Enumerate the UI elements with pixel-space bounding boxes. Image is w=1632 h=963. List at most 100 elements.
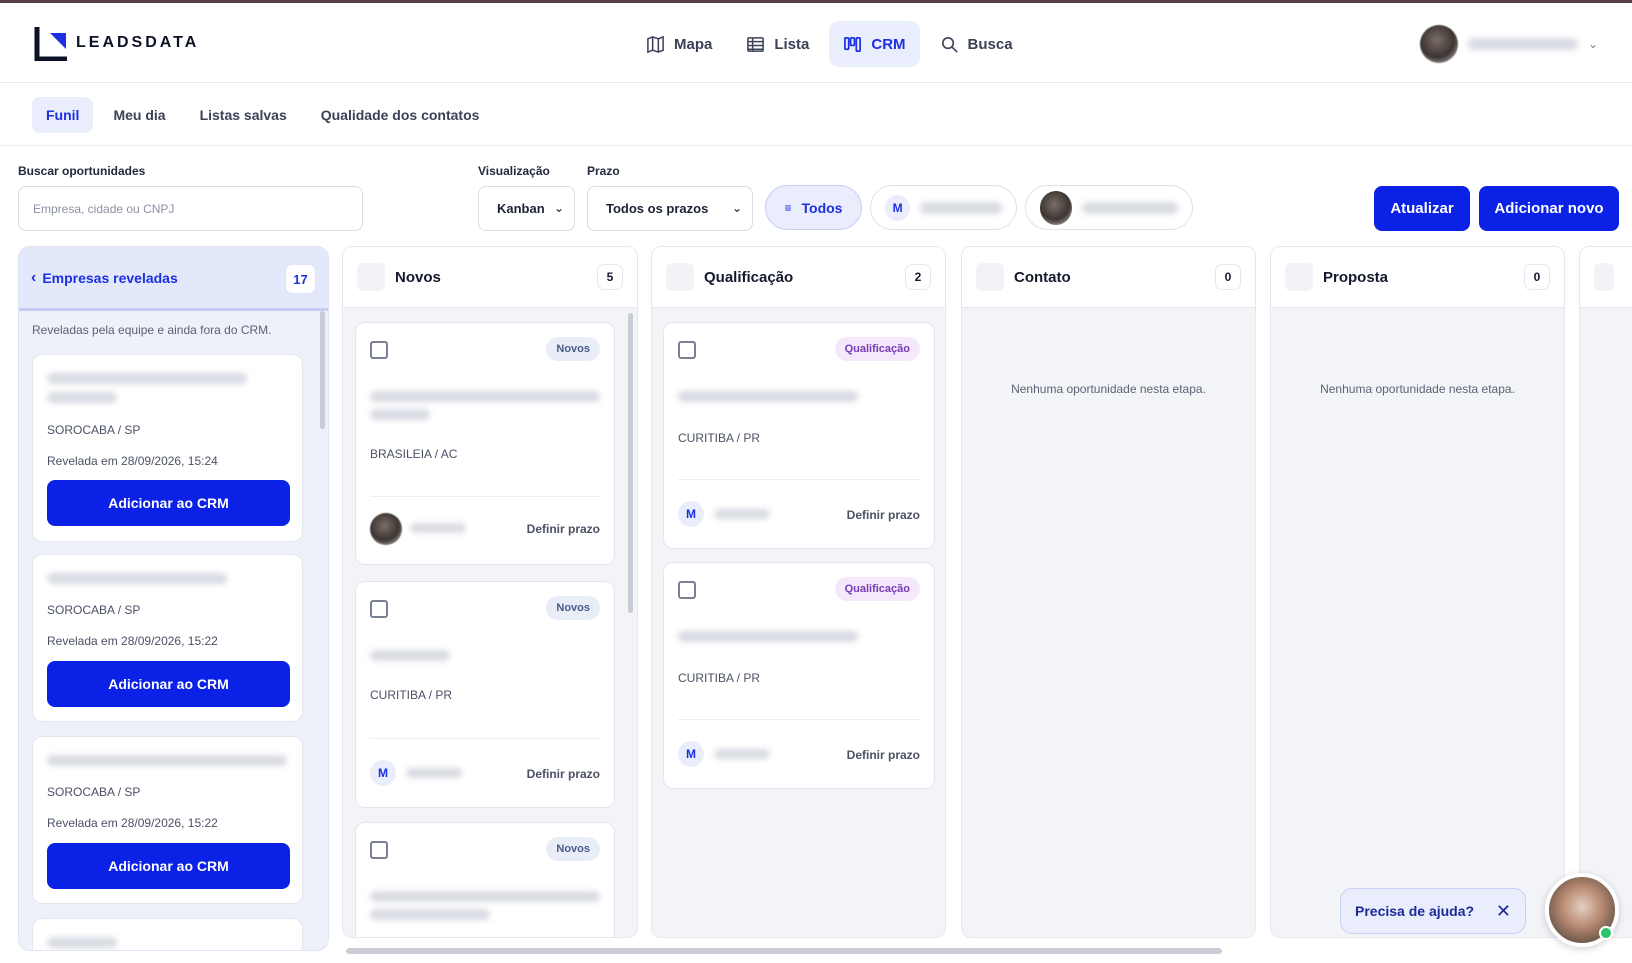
owner-name-redacted xyxy=(406,768,462,778)
nav-item-busca[interactable]: Busca xyxy=(926,21,1027,67)
card-divider xyxy=(678,479,920,480)
user-menu[interactable]: ⌄ xyxy=(1419,25,1598,63)
column-proposta: Proposta 0 Nenhuma oportunidade nesta et… xyxy=(1270,246,1565,938)
owner-filter-all[interactable]: ≡ Todos xyxy=(765,185,862,230)
add-to-crm-button[interactable]: Adicionar ao CRM xyxy=(47,843,290,889)
opportunity-card[interactable]: Qualificação CURITIBA / PR M Definir pra… xyxy=(663,562,935,789)
help-widget[interactable]: Precisa de ajuda? ✕ xyxy=(1340,888,1526,934)
revealed-card: SOROCABA / SP Revelada em 28/09/2026, 15… xyxy=(32,736,303,904)
owner-name-redacted xyxy=(714,509,770,519)
nav-item-mapa[interactable]: Mapa xyxy=(632,21,726,67)
revealed-card xyxy=(32,918,303,950)
revealed-description: Reveladas pela equipe e ainda fora do CR… xyxy=(32,323,272,337)
help-label: Precisa de ajuda? xyxy=(1355,903,1475,919)
nav-item-lista[interactable]: Lista xyxy=(732,21,823,67)
company-name-redacted xyxy=(47,755,287,766)
column-select-checkbox[interactable] xyxy=(1285,263,1313,291)
stage-tag: Novos xyxy=(546,837,600,861)
column-qualificacao: Qualificação 2 Qualificação CURITIBA / P… xyxy=(651,246,946,938)
column-count: 0 xyxy=(1215,264,1241,290)
search-input[interactable] xyxy=(18,186,363,231)
add-to-crm-button[interactable]: Adicionar ao CRM xyxy=(47,480,290,526)
company-city: CURITIBA / PR xyxy=(370,688,453,702)
company-city: SOROCABA / SP xyxy=(47,603,141,617)
column-title: Contato xyxy=(1014,268,1071,286)
column-next-partial xyxy=(1579,246,1632,938)
deadline-select[interactable]: Todos os prazos ⌄ xyxy=(587,186,753,231)
app-header: LEADSDATA Mapa Lista CRM Busca ⌄ xyxy=(0,3,1632,83)
opportunity-card[interactable]: Novos BRASILEIA / AC Definir prazo xyxy=(355,322,615,565)
company-name-redacted xyxy=(370,409,430,420)
tab-funil[interactable]: Funil xyxy=(32,97,94,133)
card-checkbox[interactable] xyxy=(370,841,388,859)
chevron-down-icon: ⌄ xyxy=(1587,37,1598,51)
user-avatar xyxy=(1419,25,1458,63)
column-novos: Novos 5 Novos BRASILEIA / AC Definir pra… xyxy=(342,246,638,938)
tab-meu-dia[interactable]: Meu dia xyxy=(99,97,179,133)
column-select-checkbox[interactable] xyxy=(1594,263,1614,291)
close-icon[interactable]: ✕ xyxy=(1496,901,1511,922)
add-to-crm-button[interactable]: Adicionar ao CRM xyxy=(47,661,290,707)
revealed-header[interactable]: ‹ Empresas reveladas 17 xyxy=(19,247,328,311)
set-deadline-link[interactable]: Definir prazo xyxy=(847,748,920,762)
opportunity-card[interactable]: Novos xyxy=(355,822,615,937)
card-checkbox[interactable] xyxy=(370,600,388,618)
stage-tag: Qualificação xyxy=(834,337,920,361)
company-name-redacted xyxy=(47,392,117,403)
column-select-checkbox[interactable] xyxy=(666,263,694,291)
online-status-dot xyxy=(1599,926,1613,940)
company-name-redacted xyxy=(47,373,247,384)
nav-item-crm[interactable]: CRM xyxy=(829,21,920,67)
company-city: SOROCABA / SP xyxy=(47,423,141,437)
search-icon xyxy=(941,36,958,53)
company-name-redacted xyxy=(678,391,858,402)
table-icon xyxy=(747,36,765,52)
owner-filter-all-label: Todos xyxy=(801,199,843,216)
card-checkbox[interactable] xyxy=(678,341,696,359)
tab-listas-salvas[interactable]: Listas salvas xyxy=(186,97,301,133)
owner-filter-m[interactable]: M xyxy=(870,185,1017,230)
opportunity-card[interactable]: Novos CURITIBA / PR M Definir prazo xyxy=(355,581,615,808)
tab-qualidade-contatos[interactable]: Qualidade dos contatos xyxy=(307,97,494,133)
company-name-redacted xyxy=(47,573,227,584)
column-scrollbar[interactable] xyxy=(628,313,633,613)
company-name-redacted xyxy=(370,650,450,661)
user-name-redacted xyxy=(1467,38,1578,50)
column-header: Proposta 0 xyxy=(1271,247,1564,308)
column-select-checkbox[interactable] xyxy=(357,263,385,291)
revealed-scrollbar[interactable] xyxy=(320,311,325,429)
company-city: BRASILEIA / AC xyxy=(370,447,458,461)
set-deadline-link[interactable]: Definir prazo xyxy=(527,522,600,536)
column-count: 2 xyxy=(905,264,931,290)
chevron-left-icon[interactable]: ‹ xyxy=(31,269,36,287)
logo-mark-icon xyxy=(34,25,70,62)
refresh-button[interactable]: Atualizar xyxy=(1374,186,1470,231)
company-city: SOROCABA / SP xyxy=(47,785,141,799)
column-contato: Contato 0 Nenhuma oportunidade nesta eta… xyxy=(961,246,1256,938)
view-value: Kanban xyxy=(497,201,545,216)
view-select[interactable]: Kanban ⌄ xyxy=(478,186,575,231)
kanban-icon xyxy=(844,36,862,52)
revealed-date: Revelada em 28/09/2026, 15:22 xyxy=(47,634,218,648)
deadline-value: Todos os prazos xyxy=(606,201,709,216)
card-divider xyxy=(370,496,600,497)
company-name-redacted xyxy=(370,909,490,920)
opportunity-card[interactable]: Qualificação CURITIBA / PR M Definir pra… xyxy=(663,322,935,549)
board-horizontal-scrollbar[interactable] xyxy=(346,948,1222,954)
owner-name-redacted xyxy=(714,749,770,759)
set-deadline-link[interactable]: Definir prazo xyxy=(847,508,920,522)
column-header xyxy=(1580,247,1632,308)
add-new-button[interactable]: Adicionar novo xyxy=(1479,186,1619,231)
brand-logo[interactable]: LEADSDATA xyxy=(34,25,199,62)
company-city: CURITIBA / PR xyxy=(678,671,761,685)
card-checkbox[interactable] xyxy=(370,341,388,359)
card-checkbox[interactable] xyxy=(678,581,696,599)
owner-filter-user[interactable] xyxy=(1025,185,1193,230)
chevron-down-icon: ⌄ xyxy=(553,201,564,215)
revealed-card: SOROCABA / SP Revelada em 28/09/2026, 15… xyxy=(32,554,303,722)
set-deadline-link[interactable]: Definir prazo xyxy=(527,767,600,781)
column-count: 5 xyxy=(597,264,623,290)
revealed-title: Empresas reveladas xyxy=(42,269,178,286)
nav-label: Lista xyxy=(774,35,810,53)
column-select-checkbox[interactable] xyxy=(976,263,1004,291)
